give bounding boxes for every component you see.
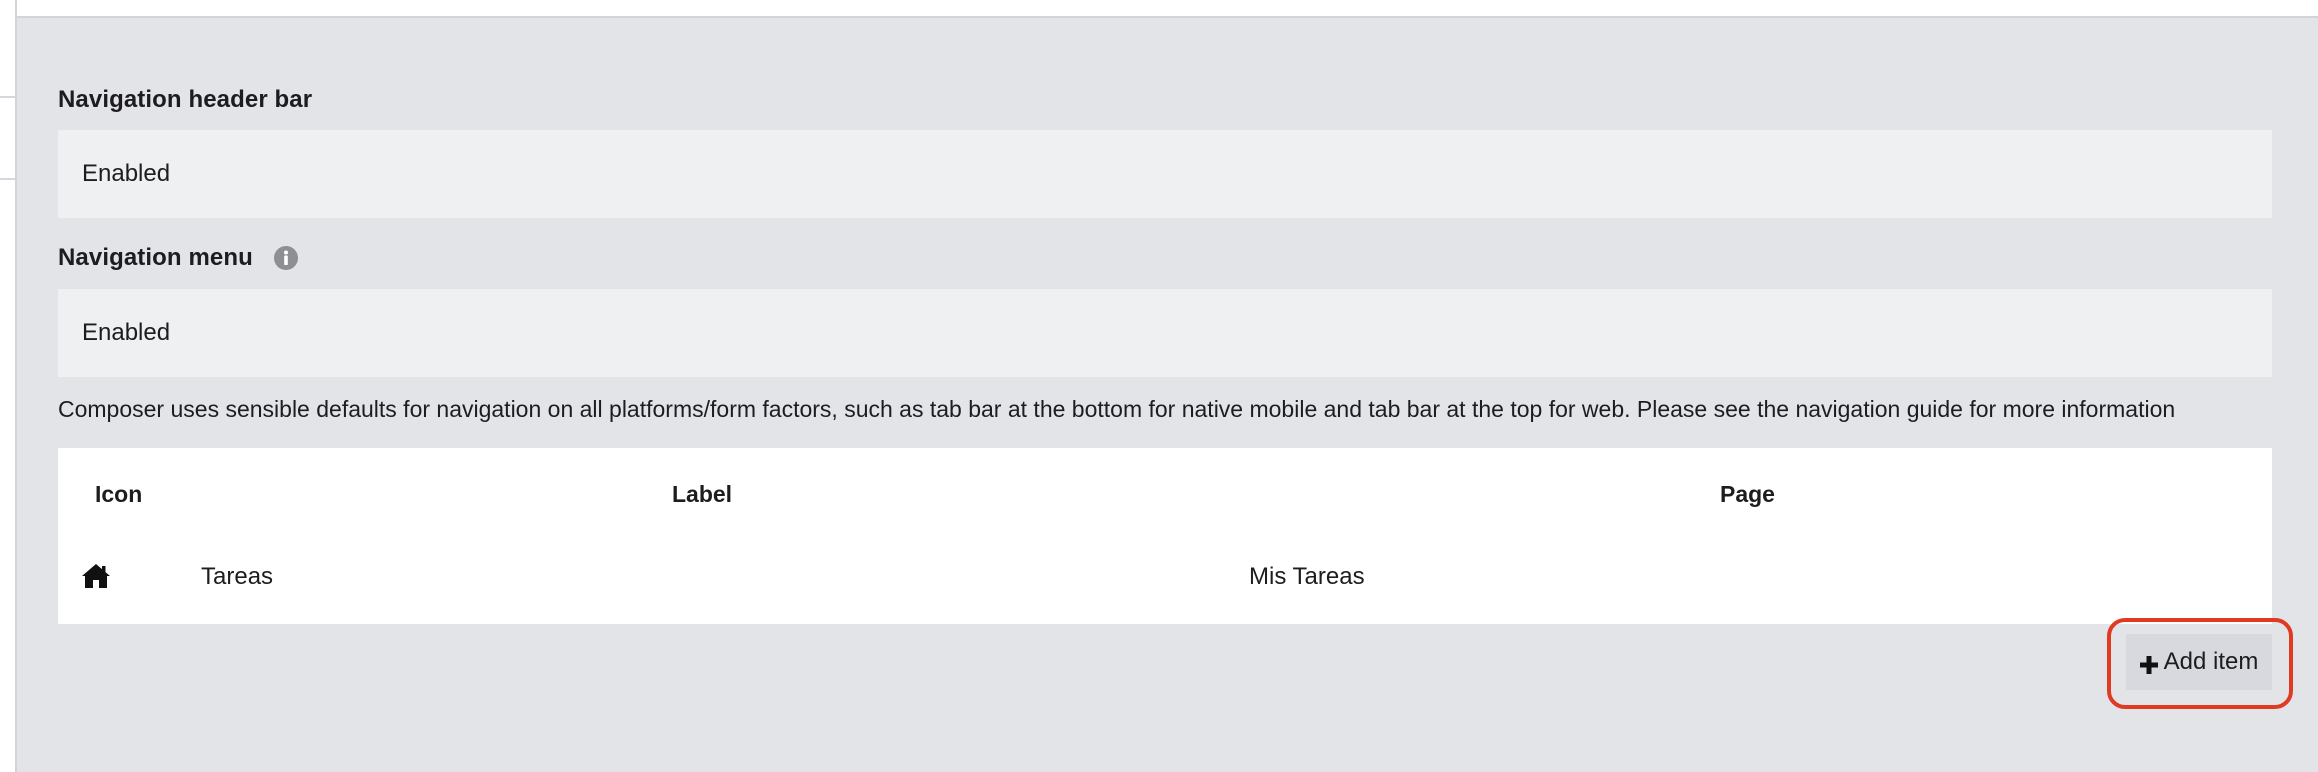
info-icon[interactable] [273, 245, 299, 271]
row-label: Tareas [201, 563, 274, 590]
add-item-button[interactable]: Add item [2126, 634, 2272, 690]
navigation-header-bar-label: Navigation header bar [58, 86, 313, 113]
navigation-header-bar-select[interactable]: Enabled [58, 130, 2272, 218]
plus-icon [2139, 653, 2158, 674]
navigation-items-table: Icon Label Page Tareas Mis Tareas [58, 448, 2272, 624]
table-row[interactable]: Tareas Mis Tareas [58, 548, 2272, 624]
column-header-page: Page [1720, 481, 1775, 507]
navigation-help-text: Composer uses sensible defaults for navi… [58, 396, 2176, 422]
sidebar-divider [0, 96, 15, 98]
navigation-header-bar-value: Enabled [82, 160, 171, 187]
left-sidebar-edge [0, 0, 17, 772]
column-header-icon: Icon [95, 481, 143, 507]
navigation-menu-label: Navigation menu [58, 244, 253, 271]
top-bar [0, 0, 2318, 18]
row-page: Mis Tareas [1249, 563, 1365, 590]
home-icon [81, 562, 111, 590]
navigation-menu-value: Enabled [82, 319, 171, 346]
navigation-menu-label-row: Navigation menu [58, 244, 299, 272]
add-item-label: Add item [2163, 648, 2259, 675]
sidebar-divider [0, 178, 15, 180]
navigation-menu-select[interactable]: Enabled [58, 289, 2272, 377]
column-header-label: Label [672, 481, 733, 507]
